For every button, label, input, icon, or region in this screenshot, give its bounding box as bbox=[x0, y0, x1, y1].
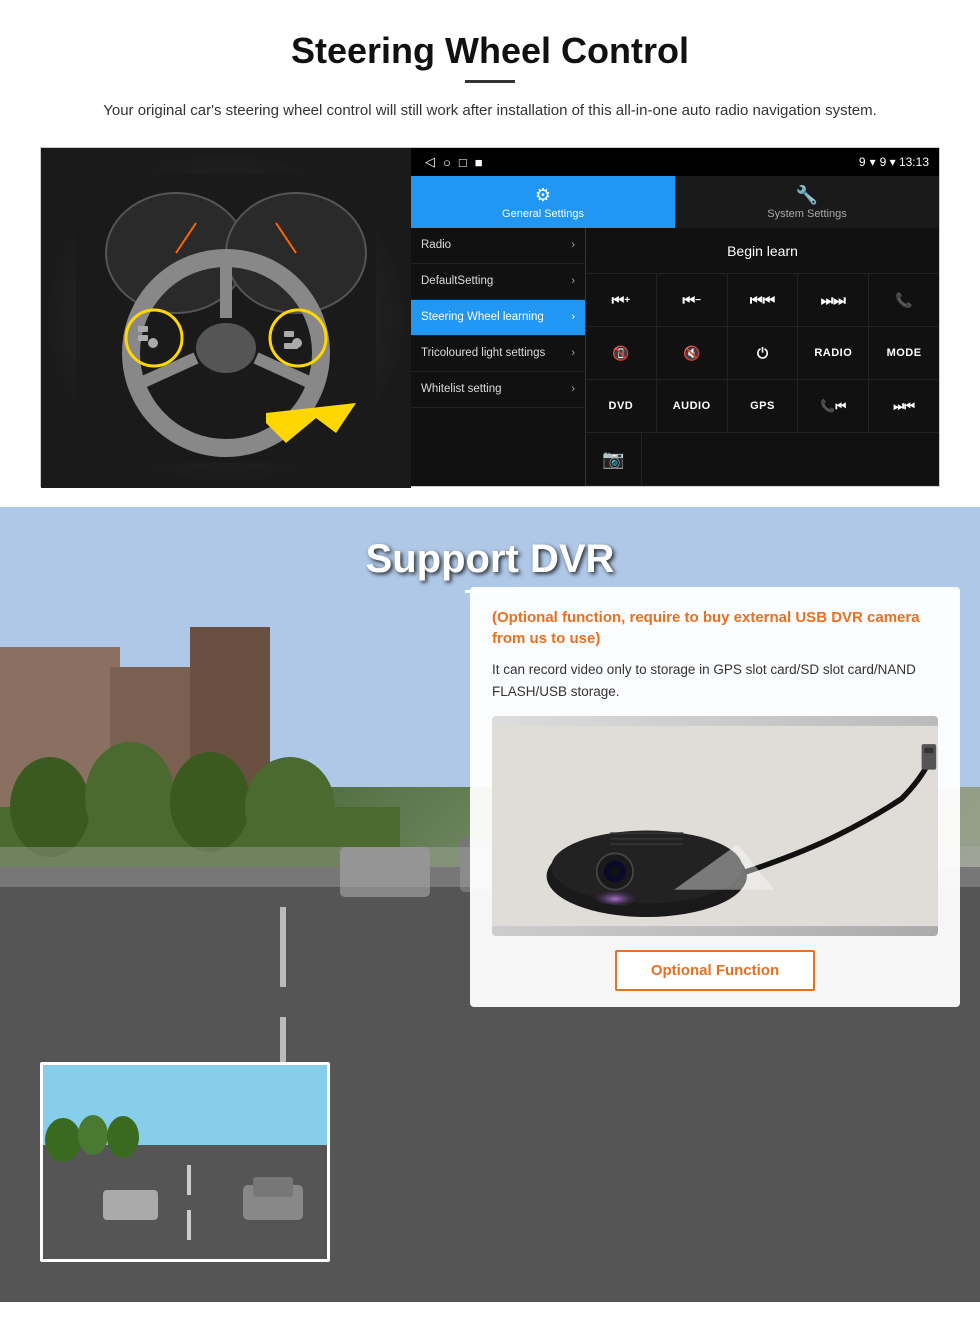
android-tabs[interactable]: ⚙ General Settings 🔧 System Settings bbox=[411, 176, 939, 228]
menu-item-radio[interactable]: Radio › bbox=[411, 228, 585, 264]
menu-whitelist-label: Whitelist setting bbox=[421, 382, 502, 397]
tab-general-label: General Settings bbox=[502, 208, 584, 220]
general-settings-icon: ⚙ bbox=[535, 185, 551, 206]
optional-function-button[interactable]: Optional Function bbox=[615, 950, 815, 991]
android-menu: Radio › DefaultSetting › Steering Wheel … bbox=[411, 228, 586, 486]
menu-icon: ■ bbox=[475, 155, 483, 170]
begin-learn-row: Begin learn bbox=[586, 228, 939, 274]
vol-up-btn[interactable]: ⏮+ bbox=[586, 274, 657, 326]
tab-system-label: System Settings bbox=[767, 208, 846, 220]
statusbar-left-icons: ◁ ○ □ ■ bbox=[421, 154, 483, 170]
home-icon: ○ bbox=[443, 155, 451, 170]
dvr-description: It can record video only to storage in G… bbox=[492, 659, 938, 702]
android-statusbar: ◁ ○ □ ■ 9 ▾ 9 ▾ 13:13 bbox=[411, 148, 939, 176]
begin-learn-button[interactable]: Begin learn bbox=[727, 243, 798, 259]
back-icon: ◁ bbox=[425, 154, 435, 170]
signal-icon: 9 bbox=[859, 155, 866, 169]
gps-btn[interactable]: GPS bbox=[728, 380, 799, 432]
time-display: 9 ▾ 13:13 bbox=[880, 155, 929, 169]
menu-item-steering-learning[interactable]: Steering Wheel learning › bbox=[411, 300, 585, 336]
menu-steering-label: Steering Wheel learning bbox=[421, 310, 544, 325]
menu-tricoloured-chevron: › bbox=[571, 347, 575, 359]
preview-scene-svg bbox=[43, 1065, 330, 1262]
dvr-section: Support DVR (Optional function, require … bbox=[0, 507, 980, 1302]
phone-prev-btn[interactable]: 📞⏮ bbox=[798, 380, 869, 432]
vol-down-btn[interactable]: ⏮− bbox=[657, 274, 728, 326]
control-row-1: ⏮+ ⏮− ⏮⏮ ⏭⏭ 📞 bbox=[586, 274, 939, 327]
steering-title: Steering Wheel Control bbox=[40, 30, 940, 72]
wifi-icon: ▾ bbox=[870, 155, 876, 169]
menu-default-label: DefaultSetting bbox=[421, 274, 493, 289]
power-btn[interactable]: ⏻ bbox=[728, 327, 799, 379]
android-panel: ◁ ○ □ ■ 9 ▾ 9 ▾ 13:13 ⚙ General Settings bbox=[411, 148, 939, 486]
steering-wheel-svg bbox=[76, 173, 376, 463]
menu-whitelist-chevron: › bbox=[571, 383, 575, 395]
menu-default-chevron: › bbox=[571, 275, 575, 287]
system-settings-icon: 🔧 bbox=[796, 185, 818, 206]
control-row-3: DVD AUDIO GPS 📞⏮ ⏭⏮ bbox=[586, 380, 939, 433]
steering-subtitle: Your original car's steering wheel contr… bbox=[60, 99, 920, 123]
statusbar-right: 9 ▾ 9 ▾ 13:13 bbox=[859, 155, 929, 169]
steering-ui-area: ◁ ○ □ ■ 9 ▾ 9 ▾ 13:13 ⚙ General Settings bbox=[40, 147, 940, 487]
next-prev-btn[interactable]: ⏭⏮ bbox=[869, 380, 939, 432]
dvr-optional-text: (Optional function, require to buy exter… bbox=[492, 607, 938, 649]
android-body: Radio › DefaultSetting › Steering Wheel … bbox=[411, 228, 939, 486]
audio-btn[interactable]: AUDIO bbox=[657, 380, 728, 432]
steering-wheel-image bbox=[41, 148, 411, 488]
hangup-btn[interactable]: 📵 bbox=[586, 327, 657, 379]
next-track-btn[interactable]: ⏭⏭ bbox=[798, 274, 869, 326]
dvr-camera-image bbox=[492, 716, 938, 936]
recent-icon: □ bbox=[459, 155, 467, 170]
tab-system-settings[interactable]: 🔧 System Settings bbox=[675, 176, 939, 228]
menu-radio-label: Radio bbox=[421, 238, 451, 253]
dvr-camera-svg bbox=[492, 716, 938, 936]
dvd-btn[interactable]: DVD bbox=[586, 380, 657, 432]
dvr-title: Support DVR bbox=[0, 537, 980, 582]
menu-item-whitelist[interactable]: Whitelist setting › bbox=[411, 372, 585, 408]
steering-section: Steering Wheel Control Your original car… bbox=[0, 0, 980, 507]
control-row-2: 📵 🔇 ⏻ RADIO MODE bbox=[586, 327, 939, 380]
steering-img-bg bbox=[41, 148, 411, 488]
prev-track-btn[interactable]: ⏮⏮ bbox=[728, 274, 799, 326]
phone-btn[interactable]: 📞 bbox=[869, 274, 939, 326]
control-row-4: 📷 bbox=[586, 433, 939, 486]
menu-radio-chevron: › bbox=[571, 239, 575, 251]
menu-steering-chevron: › bbox=[571, 311, 575, 323]
menu-item-default[interactable]: DefaultSetting › bbox=[411, 264, 585, 300]
camera-btn[interactable]: 📷 bbox=[586, 433, 642, 485]
title-divider bbox=[465, 80, 515, 83]
menu-tricoloured-label: Tricoloured light settings bbox=[421, 346, 545, 361]
dvr-preview-small bbox=[40, 1062, 330, 1262]
mode-btn[interactable]: MODE bbox=[869, 327, 939, 379]
android-controls: Begin learn ⏮+ ⏮− ⏮⏮ ⏭⏭ 📞 📵 🔇 ⏻ bbox=[586, 228, 939, 486]
menu-item-tricoloured[interactable]: Tricoloured light settings › bbox=[411, 336, 585, 372]
tab-general-settings[interactable]: ⚙ General Settings bbox=[411, 176, 675, 228]
dvr-info-card: (Optional function, require to buy exter… bbox=[470, 587, 960, 1007]
radio-btn[interactable]: RADIO bbox=[798, 327, 869, 379]
mute-btn[interactable]: 🔇 bbox=[657, 327, 728, 379]
